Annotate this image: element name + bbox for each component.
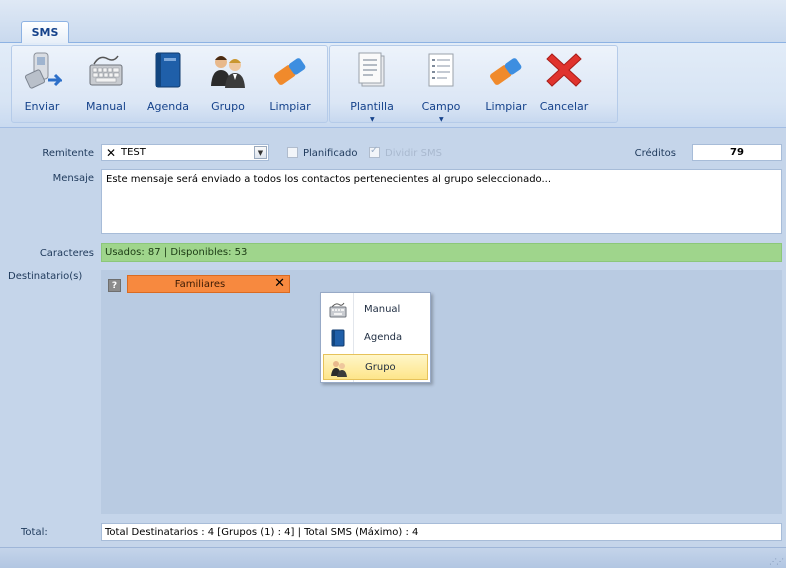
limpiar-plantilla-button[interactable]: Limpiar [478,50,534,120]
agenda-button[interactable]: Agenda [140,50,196,120]
ribbon-group-main: Enviar Manual Agenda Grupo Limpiar [11,45,328,123]
cancelar-button[interactable]: Cancelar [536,50,592,120]
remitente-select[interactable]: ✕ TEST ▼ [101,144,269,161]
limpiar-plantilla-label: Limpiar [485,100,527,113]
plantilla-dropdown-icon: ▼ [370,116,375,123]
address-book-icon [331,329,345,347]
recipient-tag-label: Familiares [174,279,226,290]
creditos-label: Créditos [634,148,676,159]
group-icon [211,56,245,88]
caracteres-label: Caracteres [39,248,94,259]
plantilla-button[interactable]: Plantilla ▼ [344,50,400,123]
campo-dropdown-icon: ▼ [439,116,444,123]
cancel-icon [546,53,582,87]
menu-item-grupo[interactable]: Grupo [323,354,428,380]
sms-window: SMS Enviar Manual Agenda Grupo Limpiar P… [0,0,786,568]
keyboard-icon [89,55,123,86]
mensaje-textarea[interactable]: Este mensaje será enviado a todos los co… [101,169,782,234]
eraser-icon [274,58,306,85]
planificado-checkbox[interactable] [287,147,298,158]
dividir-sms-label: Dividir SMS [385,148,442,159]
enviar-label: Enviar [24,100,60,113]
grupo-button[interactable]: Grupo [200,50,256,120]
field-icon [428,53,454,87]
campo-button[interactable]: Campo ▼ [413,50,469,123]
destinatarios-panel[interactable]: ? Familiares ✕ [101,270,782,514]
help-icon[interactable]: ? [108,279,121,292]
menu-item-manual-label: Manual [364,304,401,315]
tab-sms[interactable]: SMS [21,21,69,44]
address-book-icon [155,52,181,88]
manual-button[interactable]: Manual [78,50,134,120]
destinatarios-label: Destinatario(s) [8,271,83,282]
limpiar-button[interactable]: Limpiar [262,50,318,120]
limpiar-label: Limpiar [269,100,311,113]
plantilla-label: Plantilla [350,100,394,113]
resize-grip-icon[interactable]: ⋰⋰ [769,557,784,566]
caracteres-usage-bar: Usados: 87 | Disponibles: 53 [101,243,782,262]
status-bar: ⋰⋰ [0,547,786,568]
ribbon-group-template: Plantilla ▼ Campo ▼ Limpiar Cancelar [329,45,618,123]
cancelar-label: Cancelar [539,100,589,113]
group-icon [331,361,347,377]
planificado-label: Planificado [303,148,358,159]
menu-item-grupo-label: Grupo [365,362,396,373]
total-summary: Total Destinatarios : 4 [Grupos (1) : 4]… [101,523,782,541]
remitente-label: Remitente [42,148,94,159]
dividir-sms-checkbox [369,145,380,158]
ribbon-tabstrip: SMS [0,0,786,44]
total-label: Total: [21,527,48,538]
menu-item-agenda-label: Agenda [364,332,403,343]
mensaje-label: Mensaje [52,173,94,184]
agenda-label: Agenda [147,100,189,113]
eraser-icon [490,58,522,85]
enviar-button[interactable]: Enviar [14,50,70,120]
chevron-down-icon[interactable]: ▼ [254,146,267,159]
remitente-mark: ✕ [106,146,117,160]
campo-label: Campo [421,100,461,113]
add-recipient-menu: Manual Agenda Grupo [320,292,431,383]
template-icon [358,52,385,87]
recipient-tag[interactable]: Familiares ✕ [127,275,290,293]
creditos-value: 79 [692,144,782,161]
manual-label: Manual [86,100,126,113]
menu-item-manual[interactable]: Manual [323,297,428,323]
grupo-label: Grupo [211,100,245,113]
send-phone-icon [24,52,62,89]
ribbon: Enviar Manual Agenda Grupo Limpiar Plant… [0,43,786,128]
menu-item-agenda[interactable]: Agenda [323,325,428,351]
remitente-value: TEST [121,147,146,158]
close-icon[interactable]: ✕ [274,276,285,292]
keyboard-icon [329,302,347,318]
